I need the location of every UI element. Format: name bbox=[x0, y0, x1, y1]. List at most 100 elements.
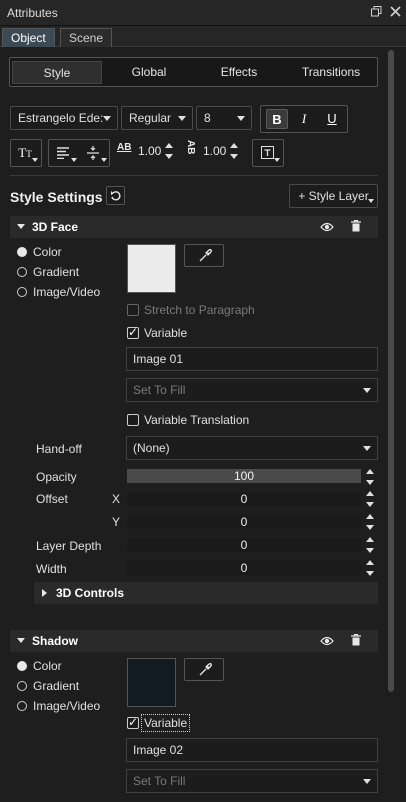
leading-stepper[interactable] bbox=[230, 143, 238, 159]
text-box-group bbox=[252, 139, 284, 167]
tracking-stepper[interactable] bbox=[165, 143, 173, 159]
3d-controls-header[interactable]: 3D Controls bbox=[34, 582, 378, 604]
shadow-image-field[interactable]: Image 02 bbox=[126, 738, 378, 762]
variable-translation-label: Variable Translation bbox=[144, 413, 250, 427]
shadow-gradient-radio[interactable] bbox=[17, 681, 27, 691]
face-image-field[interactable]: Image 01 bbox=[126, 347, 378, 371]
font-size-value: 8 bbox=[204, 111, 211, 125]
variable-translation-checkbox[interactable] bbox=[127, 414, 139, 426]
chevron-down-icon bbox=[71, 158, 77, 162]
offset-x-stepper[interactable] bbox=[366, 491, 374, 507]
shadow-color-label: Color bbox=[33, 659, 62, 673]
vertical-align-icon[interactable] bbox=[87, 146, 99, 163]
layer-depth-field[interactable]: 0 bbox=[127, 538, 361, 552]
tab-transitions[interactable]: Transitions bbox=[286, 61, 376, 84]
style-settings-title: Style Settings bbox=[10, 189, 103, 205]
chevron-down-icon bbox=[274, 158, 280, 162]
handoff-label: Hand-off bbox=[36, 442, 82, 456]
eyedropper-button[interactable] bbox=[184, 244, 224, 267]
chevron-down-icon bbox=[368, 199, 374, 203]
close-icon[interactable] bbox=[389, 6, 402, 19]
alignment-group bbox=[48, 139, 110, 167]
face-variable-checkbox[interactable] bbox=[127, 325, 139, 339]
leading-value[interactable]: 1.00 bbox=[203, 144, 226, 158]
stretch-to-paragraph-label: Stretch to Paragraph bbox=[144, 303, 255, 317]
fill-gradient-label: Gradient bbox=[33, 265, 80, 279]
section-shadow-header[interactable]: Shadow bbox=[10, 630, 378, 652]
shadow-fill-mode-dropdown[interactable]: Set To Fill bbox=[126, 769, 378, 793]
stretch-to-paragraph-checkbox[interactable] bbox=[127, 304, 139, 316]
3d-controls-title: 3D Controls bbox=[56, 586, 125, 600]
fill-color-radio[interactable] bbox=[17, 247, 27, 257]
expand-icon[interactable] bbox=[42, 589, 47, 597]
width-stepper[interactable] bbox=[366, 560, 374, 576]
shadow-image-label: Image/Video bbox=[33, 699, 101, 713]
trash-icon[interactable] bbox=[351, 633, 361, 649]
offset-y-label: Y bbox=[112, 515, 121, 529]
tab-scene[interactable]: Scene bbox=[60, 28, 113, 47]
divider bbox=[10, 175, 378, 176]
section-shadow-title: Shadow bbox=[32, 634, 79, 648]
face-fill-mode-dropdown[interactable]: Set To Fill bbox=[126, 378, 378, 402]
opacity-field[interactable]: 100 bbox=[127, 469, 361, 483]
reset-icon bbox=[111, 191, 121, 201]
font-size-dropdown[interactable]: 8 bbox=[196, 106, 252, 130]
eye-icon[interactable] bbox=[320, 635, 334, 649]
chevron-down-icon bbox=[237, 116, 245, 121]
italic-button[interactable]: I bbox=[293, 109, 315, 129]
align-left-icon[interactable] bbox=[57, 147, 71, 162]
section-3d-face-header[interactable]: 3D Face bbox=[10, 216, 378, 238]
shadow-image-radio[interactable] bbox=[17, 701, 27, 711]
font-family-dropdown[interactable]: Estrangelo Ede: bbox=[10, 106, 118, 130]
face-variable-label: Variable bbox=[144, 326, 188, 340]
offset-x-field[interactable]: 0 bbox=[127, 492, 361, 506]
trash-icon[interactable] bbox=[351, 219, 361, 235]
shadow-variable-checkbox[interactable] bbox=[127, 715, 139, 729]
fill-image-radio[interactable] bbox=[17, 287, 27, 297]
width-field[interactable]: 0 bbox=[127, 561, 361, 575]
chevron-down-icon bbox=[178, 116, 186, 121]
tab-effects[interactable]: Effects bbox=[194, 61, 284, 84]
offset-y-stepper[interactable] bbox=[366, 514, 374, 530]
eyedropper-icon bbox=[199, 663, 212, 676]
text-box-icon[interactable] bbox=[261, 146, 274, 162]
opacity-stepper[interactable] bbox=[366, 469, 374, 485]
offset-y-field[interactable]: 0 bbox=[127, 515, 361, 529]
collapse-icon[interactable] bbox=[17, 224, 25, 229]
offset-x-label: X bbox=[112, 492, 121, 506]
underline-button[interactable]: U bbox=[321, 109, 343, 129]
shadow-fill-mode-value: Set To Fill bbox=[133, 774, 186, 788]
font-family-value: Estrangelo Ede: bbox=[18, 111, 104, 125]
tab-global[interactable]: Global bbox=[104, 61, 194, 84]
bold-button[interactable]: B bbox=[266, 109, 288, 129]
restore-icon[interactable] bbox=[370, 6, 383, 19]
opacity-label: Opacity bbox=[36, 470, 77, 484]
reset-button[interactable] bbox=[106, 186, 125, 205]
tracking-value[interactable]: 1.00 bbox=[138, 144, 161, 158]
fill-color-label: Color bbox=[33, 245, 62, 259]
scrollbar[interactable] bbox=[388, 50, 394, 692]
handoff-dropdown[interactable]: (None) bbox=[126, 436, 378, 460]
shadow-gradient-label: Gradient bbox=[33, 679, 80, 693]
shadow-color-radio[interactable] bbox=[17, 661, 27, 671]
fill-gradient-radio[interactable] bbox=[17, 267, 27, 277]
shadow-color-swatch[interactable] bbox=[127, 658, 176, 707]
fill-image-label: Image/Video bbox=[33, 285, 101, 299]
panel-tab-bar: Object Scene bbox=[0, 26, 406, 47]
collapse-icon[interactable] bbox=[17, 638, 25, 643]
window-titlebar: Attributes bbox=[0, 0, 406, 26]
shadow-eyedropper-button[interactable] bbox=[184, 658, 224, 681]
chevron-down-icon bbox=[32, 158, 38, 162]
window-title: Attributes bbox=[7, 6, 58, 20]
eye-icon[interactable] bbox=[320, 221, 334, 235]
chevron-down-icon bbox=[363, 446, 371, 451]
font-style-dropdown[interactable]: Regular bbox=[121, 106, 193, 130]
leading-icon: AB bbox=[185, 140, 196, 155]
layer-depth-stepper[interactable] bbox=[366, 537, 374, 553]
add-style-layer-button[interactable]: + Style Layer bbox=[289, 184, 378, 208]
tab-object[interactable]: Object bbox=[2, 28, 55, 47]
face-fill-mode-value: Set To Fill bbox=[133, 383, 186, 397]
face-color-swatch[interactable] bbox=[127, 244, 176, 293]
chevron-down-icon bbox=[103, 116, 111, 121]
tab-style[interactable]: Style bbox=[12, 61, 102, 84]
